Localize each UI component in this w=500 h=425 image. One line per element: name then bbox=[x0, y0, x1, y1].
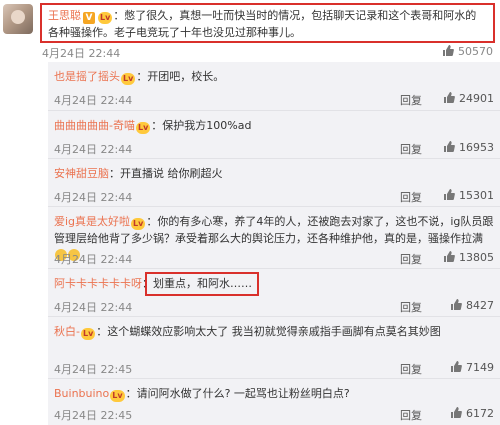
main-comment-time: 4月24日 22:44 bbox=[42, 47, 121, 60]
reply-time: 4月24日 22:44 bbox=[54, 94, 133, 107]
reply-time: 4月24日 22:44 bbox=[54, 301, 133, 314]
main-comment-highlighted: 王思聪 V Lv ：憋了很久，真想一吐而快当时的情况，包括聊天记录和这个表哥和阿水的各… bbox=[40, 3, 495, 43]
reply-text: ：请问阿水做了什么? 一起骂也让粉丝明白点? bbox=[125, 387, 350, 400]
list-item: 秋白- Lv ：这个蝴蝶效应影响太大了 我当初就觉得亲戚指手画脚有点莫名其妙图 4月… bbox=[48, 317, 500, 379]
list-item: 阿卡卡卡卡卡卡呀：划重点，和阿水…… 4月24日 22:44 回复 8427 bbox=[48, 269, 500, 317]
level-badge-icon: Lv bbox=[135, 122, 151, 134]
like-button[interactable]: 13805 bbox=[443, 251, 494, 264]
like-button[interactable]: 6172 bbox=[450, 407, 494, 420]
list-item: Buinbuino Lv ：请问阿水做了什么? 一起骂也让粉丝明白点? 4月24日 … bbox=[48, 379, 500, 425]
like-button[interactable]: 16953 bbox=[443, 141, 494, 154]
reply-username[interactable]: 曲曲曲曲曲-奇喵 bbox=[54, 119, 135, 132]
like-count: 15301 bbox=[459, 189, 494, 202]
level-badge-icon: Lv bbox=[131, 218, 146, 230]
reply-button[interactable]: 回复 bbox=[400, 299, 422, 315]
reply-time: 4月24日 22:44 bbox=[54, 191, 133, 204]
level-badge-icon: Lv bbox=[98, 12, 113, 24]
reply-text: ：开团吧，校长。 bbox=[136, 70, 225, 83]
like-button[interactable]: 8427 bbox=[450, 299, 494, 312]
like-count: 8427 bbox=[466, 299, 494, 312]
like-button[interactable]: 24901 bbox=[443, 92, 494, 105]
reply-time: 4月24日 22:45 bbox=[54, 363, 133, 376]
thumbs-up-icon bbox=[451, 299, 462, 310]
reply-username[interactable]: 阿卡卡卡卡卡卡呀 bbox=[54, 277, 142, 290]
list-item: 曲曲曲曲曲-奇喵 Lv ：保护我方100%ad 4月24日 22:44 回复 169… bbox=[48, 111, 500, 159]
reply-username[interactable]: Buinbuino bbox=[54, 387, 109, 400]
reply-time: 4月24日 22:45 bbox=[54, 409, 133, 422]
reply-button[interactable]: 回复 bbox=[400, 189, 422, 205]
like-count: 6172 bbox=[466, 407, 494, 420]
reply-time: 4月24日 22:44 bbox=[54, 143, 133, 156]
reply-text: ：保护我方100%ad bbox=[151, 119, 252, 132]
main-like-count: 50570 bbox=[458, 45, 493, 58]
list-item: 安神甜豆脑：开直播说 给你刷超火 4月24日 22:44 回复 15301 bbox=[48, 159, 500, 207]
reply-button[interactable]: 回复 bbox=[400, 92, 422, 108]
highlight-box bbox=[145, 272, 259, 296]
main-comment-text: ：憋了很久，真想一吐而快当时的情况，包括聊天记录和这个表哥和阿水的各种骚操作。老… bbox=[48, 9, 477, 39]
reply-username[interactable]: 爱ig真是太好啦 bbox=[54, 215, 130, 228]
thumbs-up-icon bbox=[444, 189, 455, 200]
thumbs-up-icon bbox=[444, 92, 455, 103]
thumbs-up-icon bbox=[443, 45, 454, 56]
main-comment-meta: 4月24日 22:44 50570 bbox=[40, 45, 495, 60]
like-count: 24901 bbox=[459, 92, 494, 105]
main-username[interactable]: 王思聪 bbox=[48, 9, 81, 22]
level-badge-icon: Lv bbox=[80, 328, 96, 340]
reply-time: 4月24日 22:44 bbox=[54, 253, 133, 266]
thumbs-up-icon bbox=[451, 407, 462, 418]
like-button[interactable]: 7149 bbox=[450, 361, 494, 374]
reply-username[interactable]: 也是摇了摇头 bbox=[54, 70, 120, 83]
level-badge-icon: Lv bbox=[110, 390, 125, 402]
like-button[interactable]: 15301 bbox=[443, 189, 494, 202]
avatar[interactable] bbox=[3, 4, 33, 34]
reply-button[interactable]: 回复 bbox=[400, 251, 422, 267]
reply-text: ：这个蝴蝶效应影响太大了 我当初就觉得亲戚指手画脚有点莫名其妙图 bbox=[96, 325, 441, 338]
thumbs-up-icon bbox=[444, 141, 455, 152]
list-item: 爱ig真是太好啦 Lv ：你的有多心寒，养了4年的人，还被跑去对家了，这也不说，ig… bbox=[48, 207, 500, 269]
main-like-button[interactable]: 50570 bbox=[442, 45, 493, 58]
reply-button[interactable]: 回复 bbox=[400, 141, 422, 157]
reply-username[interactable]: 秋白- bbox=[54, 325, 80, 338]
thumbs-up-icon bbox=[451, 361, 462, 372]
like-count: 16953 bbox=[459, 141, 494, 154]
reply-button[interactable]: 回复 bbox=[400, 361, 422, 377]
level-badge-icon: Lv bbox=[121, 73, 136, 85]
thumbs-up-icon bbox=[444, 251, 455, 262]
list-item: 也是摇了摇头 Lv ：开团吧，校长。 4月24日 22:44 回复 24901 bbox=[48, 62, 500, 111]
reply-button[interactable]: 回复 bbox=[400, 407, 422, 423]
verified-v-icon: V bbox=[83, 12, 95, 24]
reply-text: ：开直播说 给你刷超火 bbox=[109, 167, 223, 180]
like-count: 7149 bbox=[466, 361, 494, 374]
reply-username[interactable]: 安神甜豆脑 bbox=[54, 167, 109, 180]
like-count: 13805 bbox=[459, 251, 494, 264]
